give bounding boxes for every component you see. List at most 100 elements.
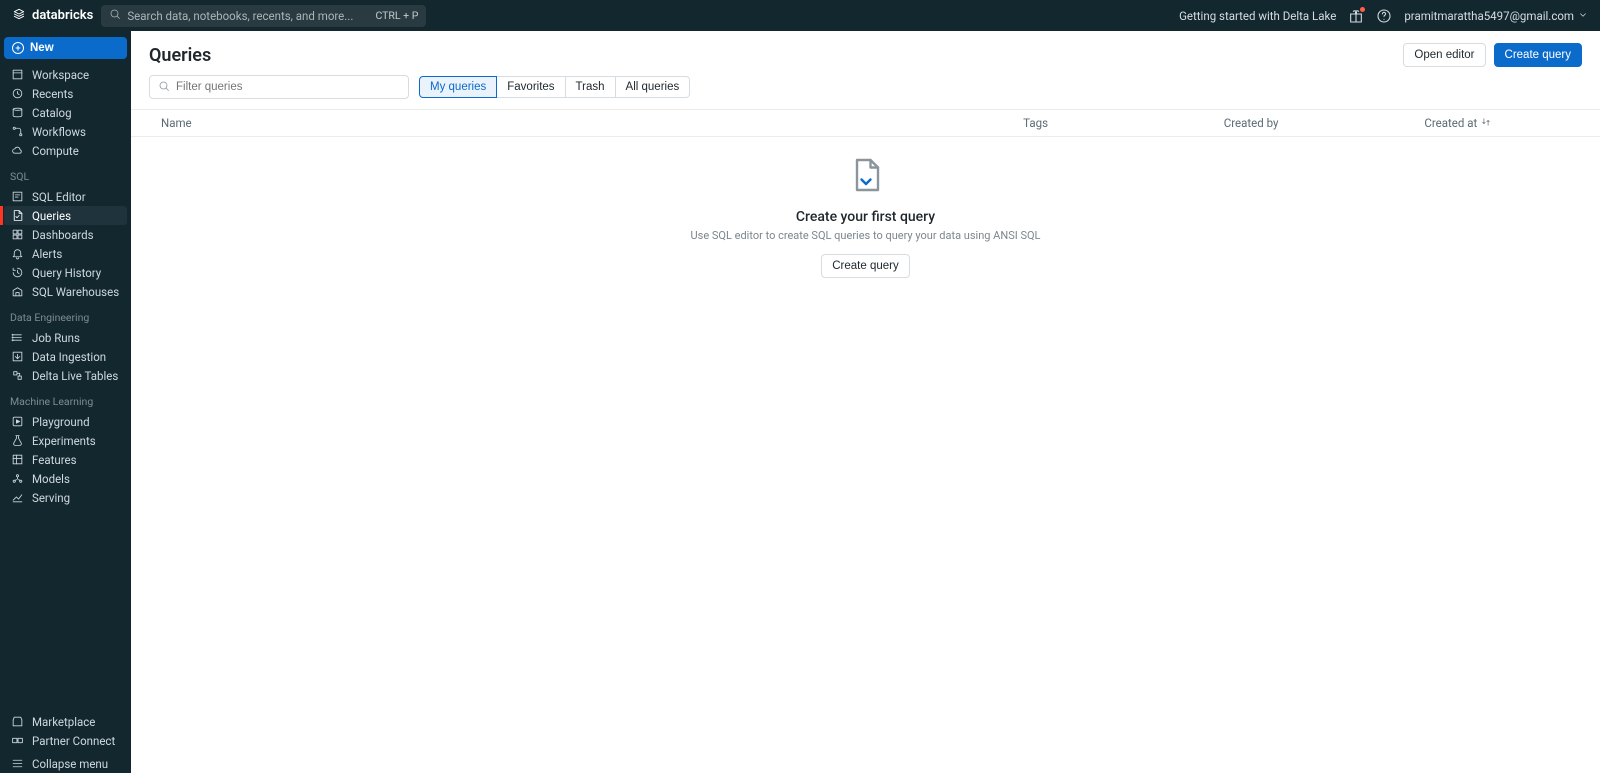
sidebar-item-workflows[interactable]: Workflows — [4, 122, 127, 141]
sidebar-item-query-history[interactable]: Query History — [4, 263, 127, 282]
ingest-icon — [10, 350, 24, 364]
empty-create-query-button[interactable]: Create query — [821, 254, 909, 278]
getting-started-link[interactable]: Getting started with Delta Lake — [1179, 9, 1336, 23]
search-icon — [158, 80, 170, 95]
sidebar-section-label: Data Engineering — [4, 301, 127, 328]
play-icon — [10, 415, 24, 429]
search-icon — [109, 8, 121, 23]
partner-icon — [10, 734, 24, 748]
dashboards-icon — [10, 228, 24, 242]
main-content: Queries Open editor Create query My quer… — [131, 31, 1600, 773]
features-icon — [10, 453, 24, 467]
topbar: databricks Search data, notebooks, recen… — [0, 0, 1600, 31]
models-icon — [10, 472, 24, 486]
bell-icon — [10, 247, 24, 261]
sidebar-item-label: Job Runs — [32, 331, 80, 345]
user-email: pramitmarattha5497@gmail.com — [1404, 9, 1574, 23]
create-query-button[interactable]: Create query — [1494, 43, 1582, 67]
topbar-right: Getting started with Delta Lake pramitma… — [1179, 8, 1588, 24]
history-icon — [10, 266, 24, 280]
sidebar-item-catalog[interactable]: Catalog — [4, 103, 127, 122]
search-placeholder: Search data, notebooks, recents, and mor… — [127, 9, 353, 23]
brand-logo[interactable]: databricks — [12, 7, 93, 25]
flask-icon — [10, 434, 24, 448]
cloud-icon — [10, 144, 24, 158]
col-tags[interactable]: Tags — [1023, 116, 1224, 130]
sidebar-section-label: SQL — [4, 160, 127, 187]
queries-icon — [10, 209, 24, 223]
jobruns-icon — [10, 331, 24, 345]
global-search[interactable]: Search data, notebooks, recents, and mor… — [101, 5, 426, 27]
col-name[interactable]: Name — [149, 116, 1023, 130]
new-button-label: New — [30, 42, 54, 54]
sidebar-item-label: Delta Live Tables — [32, 369, 118, 383]
sidebar-item-dashboards[interactable]: Dashboards — [4, 225, 127, 244]
empty-state: Create your first query Use SQL editor t… — [131, 137, 1600, 773]
help-icon[interactable] — [1376, 8, 1392, 24]
notification-dot — [1360, 7, 1365, 12]
flow-icon — [10, 125, 24, 139]
sidebar-item-label: Playground — [32, 415, 90, 429]
tab-all-queries[interactable]: All queries — [616, 76, 691, 98]
collapse-icon — [10, 757, 24, 771]
sidebar-item-label: Data Ingestion — [32, 350, 106, 364]
sidebar-section-label: Machine Learning — [4, 385, 127, 412]
search-shortcut: CTRL + P — [375, 9, 418, 22]
sidebar-item-partner-connect[interactable]: Partner Connect — [4, 731, 127, 750]
sidebar-item-label: Experiments — [32, 434, 96, 448]
catalog-icon — [10, 106, 24, 120]
sidebar-item-recents[interactable]: Recents — [4, 84, 127, 103]
empty-title: Create your first query — [796, 209, 935, 225]
filter-queries-input[interactable] — [149, 75, 409, 99]
sidebar-item-label: Queries — [32, 209, 71, 223]
sidebar-item-sql-editor[interactable]: SQL Editor — [4, 187, 127, 206]
sidebar-item-models[interactable]: Models — [4, 469, 127, 488]
tab-trash[interactable]: Trash — [566, 76, 616, 98]
sidebar-item-sql-warehouses[interactable]: SQL Warehouses — [4, 282, 127, 301]
workspace-icon — [10, 68, 24, 82]
sidebar-item-serving[interactable]: Serving — [4, 488, 127, 507]
sidebar-item-workspace[interactable]: Workspace — [4, 65, 127, 84]
serving-icon — [10, 491, 24, 505]
store-icon — [10, 715, 24, 729]
sidebar: + New Workspace RecentsCatalog Workflows Co… — [0, 31, 131, 773]
user-menu[interactable]: pramitmarattha5497@gmail.com — [1404, 9, 1588, 23]
sidebar-item-label: Workflows — [32, 125, 86, 139]
sidebar-item-experiments[interactable]: Experiments — [4, 431, 127, 450]
page-title: Queries — [149, 45, 211, 66]
clock-icon — [10, 87, 24, 101]
sidebar-item-label: SQL Editor — [32, 190, 86, 204]
sidebar-item-label: Serving — [32, 491, 70, 505]
sidebar-item-queries[interactable]: Queries — [4, 206, 127, 225]
col-created-by[interactable]: Created by — [1224, 116, 1425, 130]
plus-icon: + — [12, 42, 24, 54]
new-button[interactable]: + New — [4, 37, 127, 59]
sidebar-item-playground[interactable]: Playground — [4, 412, 127, 431]
sql-editor-icon — [10, 190, 24, 204]
dlt-icon — [10, 369, 24, 383]
sidebar-item-label: Alerts — [32, 247, 62, 261]
sidebar-item-marketplace[interactable]: Marketplace — [4, 712, 127, 731]
open-editor-button[interactable]: Open editor — [1403, 43, 1485, 67]
sidebar-item-delta-live-tables[interactable]: Delta Live Tables — [4, 366, 127, 385]
collapse-menu[interactable]: Collapse menu — [4, 754, 127, 773]
sidebar-item-compute[interactable]: Compute — [4, 141, 127, 160]
col-created-at[interactable]: Created at — [1424, 116, 1582, 130]
sidebar-item-label: Features — [32, 453, 77, 467]
filter-queries-field[interactable] — [176, 81, 400, 93]
sidebar-item-label: Query History — [32, 266, 101, 280]
gift-icon[interactable] — [1348, 8, 1364, 24]
tab-my-queries[interactable]: My queries — [419, 76, 497, 98]
empty-file-icon — [848, 155, 884, 209]
sidebar-item-label: Workspace — [32, 68, 89, 82]
sidebar-item-alerts[interactable]: Alerts — [4, 244, 127, 263]
sidebar-item-label: SQL Warehouses — [32, 285, 119, 299]
sidebar-item-job-runs[interactable]: Job Runs — [4, 328, 127, 347]
page-header: Queries Open editor Create query — [131, 31, 1600, 75]
sidebar-item-data-ingestion[interactable]: Data Ingestion — [4, 347, 127, 366]
tab-favorites[interactable]: Favorites — [497, 76, 565, 98]
sort-icon — [1481, 116, 1491, 130]
sidebar-item-features[interactable]: Features — [4, 450, 127, 469]
toolbar: My queriesFavoritesTrashAll queries — [131, 75, 1600, 109]
query-scope-tabs: My queriesFavoritesTrashAll queries — [419, 76, 690, 98]
